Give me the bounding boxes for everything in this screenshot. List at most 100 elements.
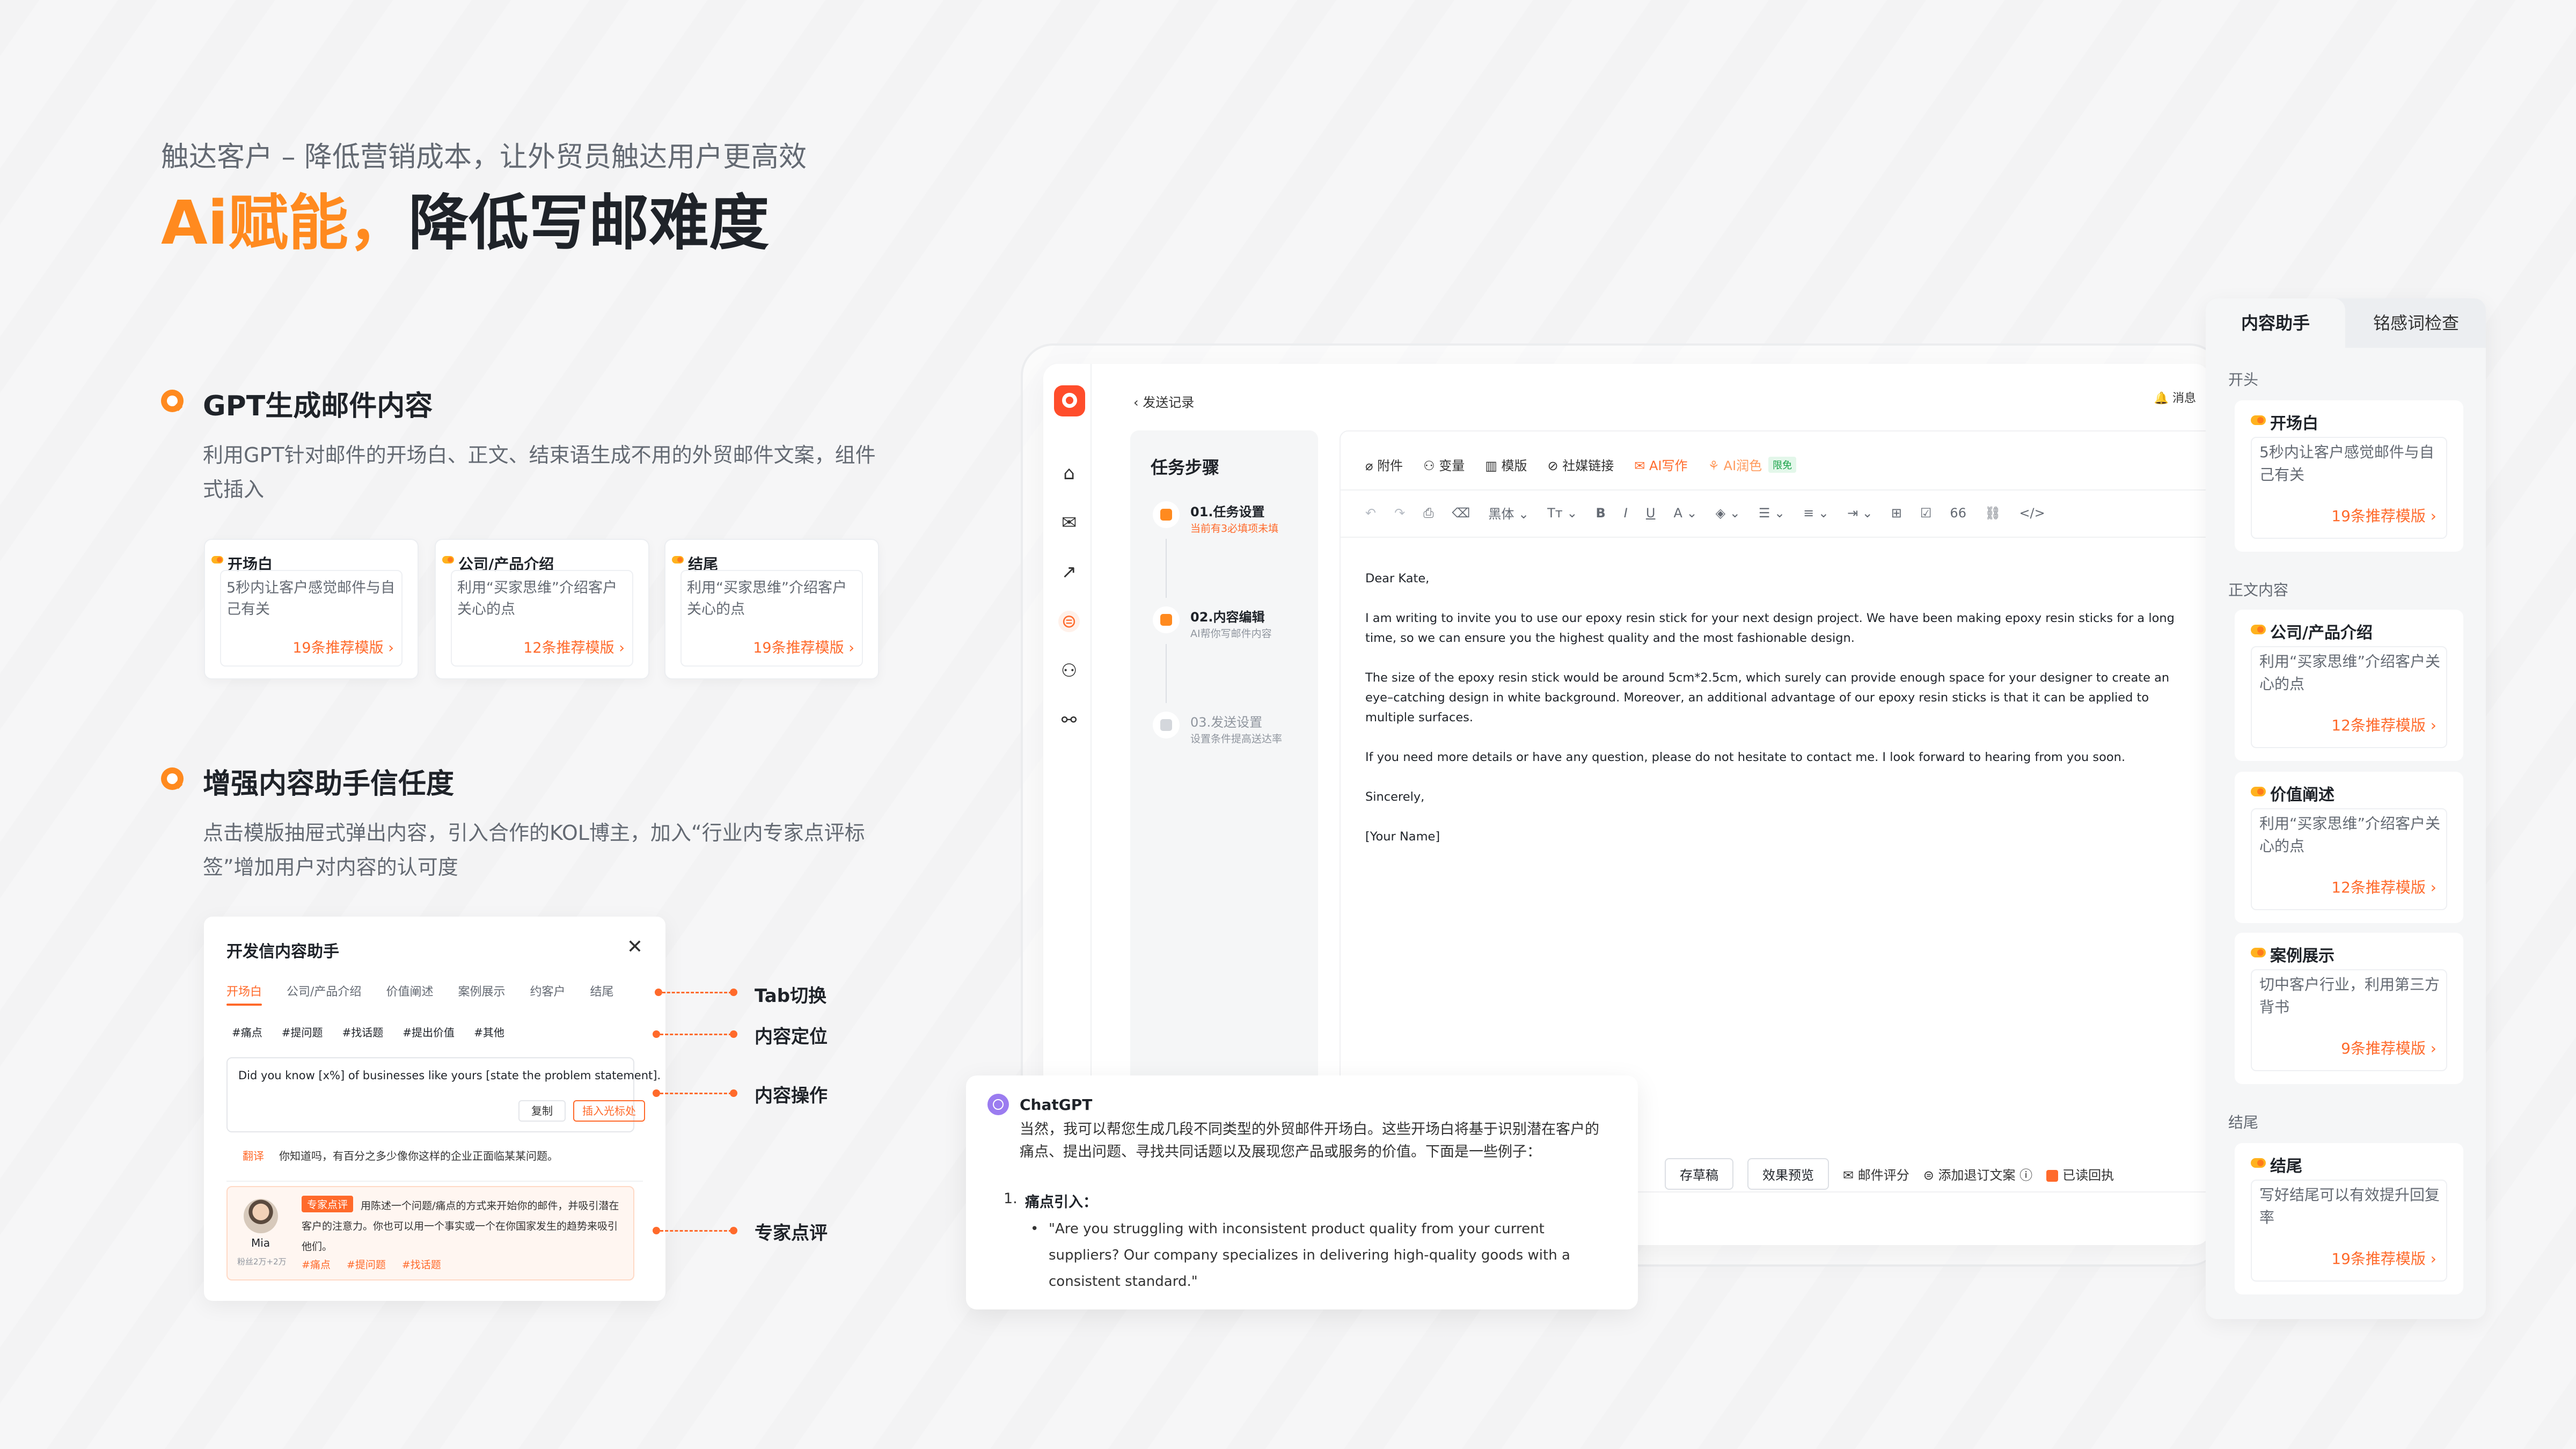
popup-tags: #痛点 #提问题 #找话题 #提出价值 #其他: [232, 1024, 504, 1040]
tag-chip[interactable]: #找话题: [402, 1257, 441, 1271]
list-icon[interactable]: ☰ ⌄: [1759, 506, 1785, 521]
card-link[interactable]: 12条推荐模版 ›: [523, 636, 625, 657]
unsubscribe-button[interactable]: ⊜ 添加退订文案 ⓘ: [1923, 1165, 2032, 1183]
tab-sensitive-check[interactable]: 铭感词检查: [2346, 298, 2486, 348]
callout-line: [662, 992, 732, 993]
toggle-icon: [2251, 625, 2266, 634]
card-link[interactable]: 19条推荐模版 ›: [2331, 1247, 2436, 1269]
task-icon[interactable]: ⊜: [1058, 611, 1080, 632]
template-card[interactable]: 价值阐述 利用“买家思维”介绍客户关心的点 12条推荐模版 ›: [2235, 772, 2463, 923]
user-icon[interactable]: ⚇: [1058, 660, 1080, 682]
card-title: 价值阐述: [2270, 786, 2334, 804]
template-card[interactable]: 公司/产品介绍 利用“买家思维”介绍客户关心的点 12条推荐模版 ›: [2235, 610, 2463, 761]
back-link[interactable]: ‹ 发送记录: [1133, 392, 1194, 411]
tab-value[interactable]: 价值阐述: [386, 982, 433, 999]
ai-polish-button[interactable]: ⚘ AI润色: [1708, 455, 1762, 474]
expert-fans: 粉丝2万+2万: [237, 1257, 287, 1267]
template-card[interactable]: 结尾 写好结尾可以有效提升回复率 19条推荐模版 ›: [2235, 1143, 2463, 1294]
avatar: [244, 1199, 278, 1233]
tab-case[interactable]: 案例展示: [458, 982, 505, 999]
underline-icon[interactable]: U: [1646, 506, 1656, 521]
chatgpt-intro: 当然，我可以帮您生成几段不同类型的外贸邮件开场白。这些开场白将基于识别潜在客户的…: [1020, 1121, 1599, 1160]
print-icon[interactable]: ⎙: [1423, 506, 1433, 521]
redo-icon[interactable]: ↷: [1394, 506, 1405, 521]
card-title: 开场白: [2270, 414, 2318, 433]
code-icon[interactable]: </>: [2019, 506, 2045, 521]
card-link[interactable]: 12条推荐模版 ›: [2331, 714, 2436, 735]
table-icon[interactable]: ⊞: [1891, 506, 1902, 521]
attach-button[interactable]: ⌀ 附件: [1365, 455, 1403, 474]
card-body: 利用“买家思维”介绍客户关心的点: [457, 580, 617, 618]
template-card[interactable]: 案例展示 切中客户行业，利用第三方背书 9条推荐模版 ›: [2235, 933, 2463, 1084]
expert-tags: #痛点 #提问题 #找话题: [302, 1257, 441, 1271]
read-receipt-checkbox[interactable]: 已读回执: [2046, 1165, 2114, 1183]
tab-company[interactable]: 公司/产品介绍: [287, 982, 361, 999]
checkbox-icon[interactable]: ☑: [1920, 506, 1932, 521]
card-link[interactable]: 12条推荐模版 ›: [2331, 876, 2436, 897]
tag-chip[interactable]: #提出价值: [402, 1024, 455, 1040]
card-link[interactable]: 19条推荐模版 ›: [2331, 504, 2436, 526]
tag-chip[interactable]: #其他: [474, 1024, 504, 1040]
card-body: 利用“买家思维”介绍客户关心的点: [2259, 653, 2441, 693]
feature2-title: 增强内容助手信任度: [203, 768, 455, 800]
tag-chip[interactable]: #痛点: [232, 1024, 262, 1040]
card-body: 利用“买家思维”介绍客户关心的点: [2259, 815, 2441, 855]
ai-write-button[interactable]: ✉ AI写作: [1634, 455, 1687, 474]
social-link-button[interactable]: ⊘ 社媒链接: [1548, 455, 1614, 474]
template-button[interactable]: ▥ 模版: [1485, 455, 1527, 474]
bold-icon[interactable]: B: [1596, 506, 1606, 521]
align-icon[interactable]: ≡ ⌄: [1803, 506, 1829, 521]
highlight-icon[interactable]: ◈ ⌄: [1716, 506, 1740, 521]
italic-icon[interactable]: I: [1624, 506, 1628, 521]
card-link[interactable]: 9条推荐模版 ›: [2341, 1037, 2436, 1058]
card-link[interactable]: 19条推荐模版 ›: [753, 636, 854, 657]
card-link[interactable]: 19条推荐模版 ›: [292, 636, 394, 657]
template-card[interactable]: 公司/产品介绍 利用“买家思维”介绍客户关心的点 12条推荐模版 ›: [435, 539, 649, 679]
insert-button[interactable]: 插入光标处: [573, 1100, 645, 1122]
email-score-button[interactable]: ✉ 邮件评分: [1843, 1165, 1909, 1183]
card-body: 5秒内让客户感觉邮件与自己有关: [226, 580, 396, 618]
variable-button[interactable]: ⚇ 变量: [1423, 455, 1465, 474]
divider: [1341, 537, 2210, 538]
message-button[interactable]: 🔔 消息: [2154, 389, 2196, 406]
template-card[interactable]: 开场白 5秒内让客户感觉邮件与自己有关 19条推荐模版 ›: [204, 539, 419, 679]
quote-icon[interactable]: 66: [1950, 506, 1966, 521]
font-select[interactable]: 黑体 ⌄: [1488, 503, 1529, 522]
eraser-icon[interactable]: ⌫: [1452, 506, 1470, 521]
preview-button[interactable]: 效果预览: [1747, 1158, 1829, 1190]
tag-chip[interactable]: #提问题: [282, 1024, 323, 1040]
indent-icon[interactable]: ⇥ ⌄: [1847, 506, 1873, 521]
email-paragraph: I am writing to invite you to use our ep…: [1365, 611, 2175, 645]
template-card[interactable]: 开场白 5秒内让客户感觉邮件与自己有关 19条推荐模版 ›: [2235, 400, 2463, 552]
close-icon[interactable]: ✕: [627, 936, 643, 958]
card-title: 结尾: [2270, 1157, 2302, 1176]
home-icon[interactable]: ⌂: [1058, 463, 1080, 484]
chart-icon[interactable]: ↗: [1058, 561, 1080, 583]
share-icon[interactable]: ⚯: [1058, 709, 1080, 731]
font-size-select[interactable]: Tт ⌄: [1547, 506, 1577, 521]
tag-chip[interactable]: #提问题: [347, 1257, 386, 1271]
tab-opening[interactable]: 开场白: [226, 982, 262, 1006]
copy-button[interactable]: 复制: [518, 1100, 566, 1122]
undo-icon[interactable]: ↶: [1365, 506, 1376, 521]
bullet: •: [1030, 1221, 1039, 1237]
tag-chip[interactable]: #找话题: [342, 1024, 384, 1040]
mail-icon[interactable]: ✉: [1058, 512, 1080, 533]
step-icon: [1153, 712, 1180, 738]
text-color-icon[interactable]: A ⌄: [1673, 506, 1697, 521]
link-icon[interactable]: ⛓: [1985, 506, 2001, 521]
template-card[interactable]: 结尾 利用“买家思维”介绍客户关心的点 19条推荐模版 ›: [664, 539, 879, 679]
callout-dot: [653, 1089, 660, 1097]
tab-content-assistant[interactable]: 内容助手: [2206, 298, 2345, 348]
save-draft-button[interactable]: 存草稿: [1665, 1158, 1733, 1190]
section-label: 结尾: [2228, 1114, 2259, 1131]
tag-chip[interactable]: #痛点: [302, 1257, 331, 1271]
callout-line: [660, 1093, 732, 1094]
tab-invite[interactable]: 约客户: [530, 982, 565, 999]
chatgpt-name: ChatGPT: [1020, 1096, 1093, 1114]
headline-main: 降低写邮难度: [408, 188, 770, 258]
email-body[interactable]: Dear Kate, I am writing to invite you to…: [1365, 569, 2176, 867]
feature1-desc: 利用GPT针对邮件的开场白、正文、结束语生成不用的外贸邮件文案，组件式插入: [203, 443, 876, 501]
step-connector: [1166, 539, 1167, 598]
tab-ending[interactable]: 结尾: [590, 982, 613, 999]
